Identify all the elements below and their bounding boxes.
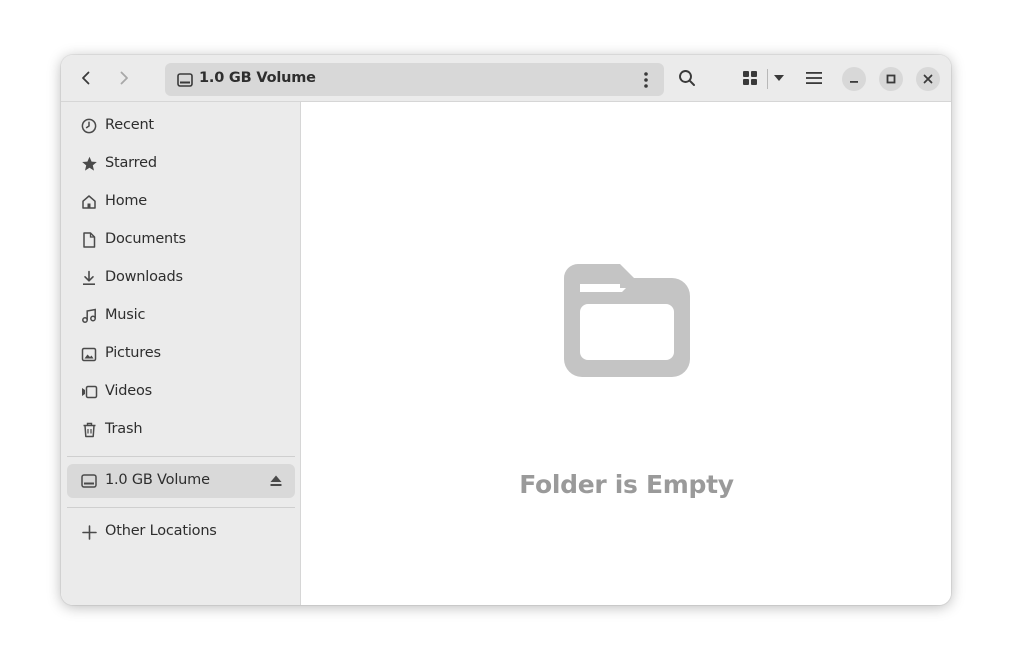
sidebar-item-label: Starred [105,155,157,171]
search-icon [679,70,695,86]
sidebar-item-label: Downloads [105,269,183,285]
file-view[interactable]: Folder is Empty [302,102,951,605]
sidebar-item-label: Home [105,193,148,209]
empty-folder-message: Folder is Empty [519,470,734,499]
chevron-down-icon [774,75,784,81]
eject-icon [270,475,282,486]
main-menu-button[interactable] [799,64,829,92]
drive-icon [177,73,193,87]
close-icon [923,74,933,84]
view-mode-button[interactable] [735,64,765,92]
view-options-button[interactable] [769,64,789,92]
sidebar-item-documents[interactable]: Documents [67,223,295,257]
file-manager-window: 1.0 GB Volume Recent Starred Home Docume… [61,55,951,605]
sidebar-item-home[interactable]: Home [67,185,295,219]
sidebar-item-label: Music [105,307,146,323]
document-icon [80,231,98,249]
sidebar: Recent Starred Home Documents Downloads [61,102,301,605]
grid-view-icon [743,71,757,85]
sidebar-item-volume[interactable]: 1.0 GB Volume [67,464,295,498]
folder-icon [564,264,690,377]
sidebar-item-label: Recent [105,117,154,133]
picture-icon [80,345,98,363]
sidebar-item-label: Pictures [105,345,161,361]
search-button[interactable] [671,64,703,92]
hamburger-menu-icon [806,72,822,84]
video-icon [80,383,98,401]
home-icon [80,193,98,211]
minimize-icon [850,81,858,83]
sidebar-item-music[interactable]: Music [67,299,295,333]
sidebar-item-other-locations[interactable]: Other Locations [67,515,295,549]
eject-button[interactable] [269,473,283,492]
minimize-button[interactable] [842,67,866,91]
path-bar[interactable]: 1.0 GB Volume [165,63,664,96]
plus-icon [80,523,98,541]
drive-icon [80,472,98,490]
path-label: 1.0 GB Volume [199,70,316,86]
path-menu-button[interactable] [638,71,654,89]
close-button[interactable] [916,67,940,91]
download-icon [80,269,98,287]
sidebar-item-label: 1.0 GB Volume [105,472,210,488]
sidebar-item-videos[interactable]: Videos [67,375,295,409]
sidebar-separator [67,507,295,508]
sidebar-item-downloads[interactable]: Downloads [67,261,295,295]
forward-button[interactable] [109,64,139,92]
music-icon [80,307,98,325]
sidebar-item-label: Trash [105,421,143,437]
sidebar-item-pictures[interactable]: Pictures [67,337,295,371]
maximize-button[interactable] [879,67,903,91]
sidebar-item-trash[interactable]: Trash [67,413,295,447]
sidebar-item-starred[interactable]: Starred [67,147,295,181]
vertical-dots-icon [644,72,648,88]
chevron-right-icon [120,71,128,85]
sidebar-separator [67,456,295,457]
header-bar: 1.0 GB Volume [61,55,951,102]
sidebar-item-label: Documents [105,231,186,247]
chevron-left-icon [82,71,90,85]
maximize-icon [886,74,896,84]
sidebar-item-label: Videos [105,383,152,399]
clock-icon [80,117,98,135]
sidebar-item-recent[interactable]: Recent [67,109,295,143]
sidebar-item-label: Other Locations [105,523,217,539]
view-separator [767,69,768,89]
trash-icon [80,421,98,439]
star-icon [80,155,98,173]
back-button[interactable] [71,64,101,92]
